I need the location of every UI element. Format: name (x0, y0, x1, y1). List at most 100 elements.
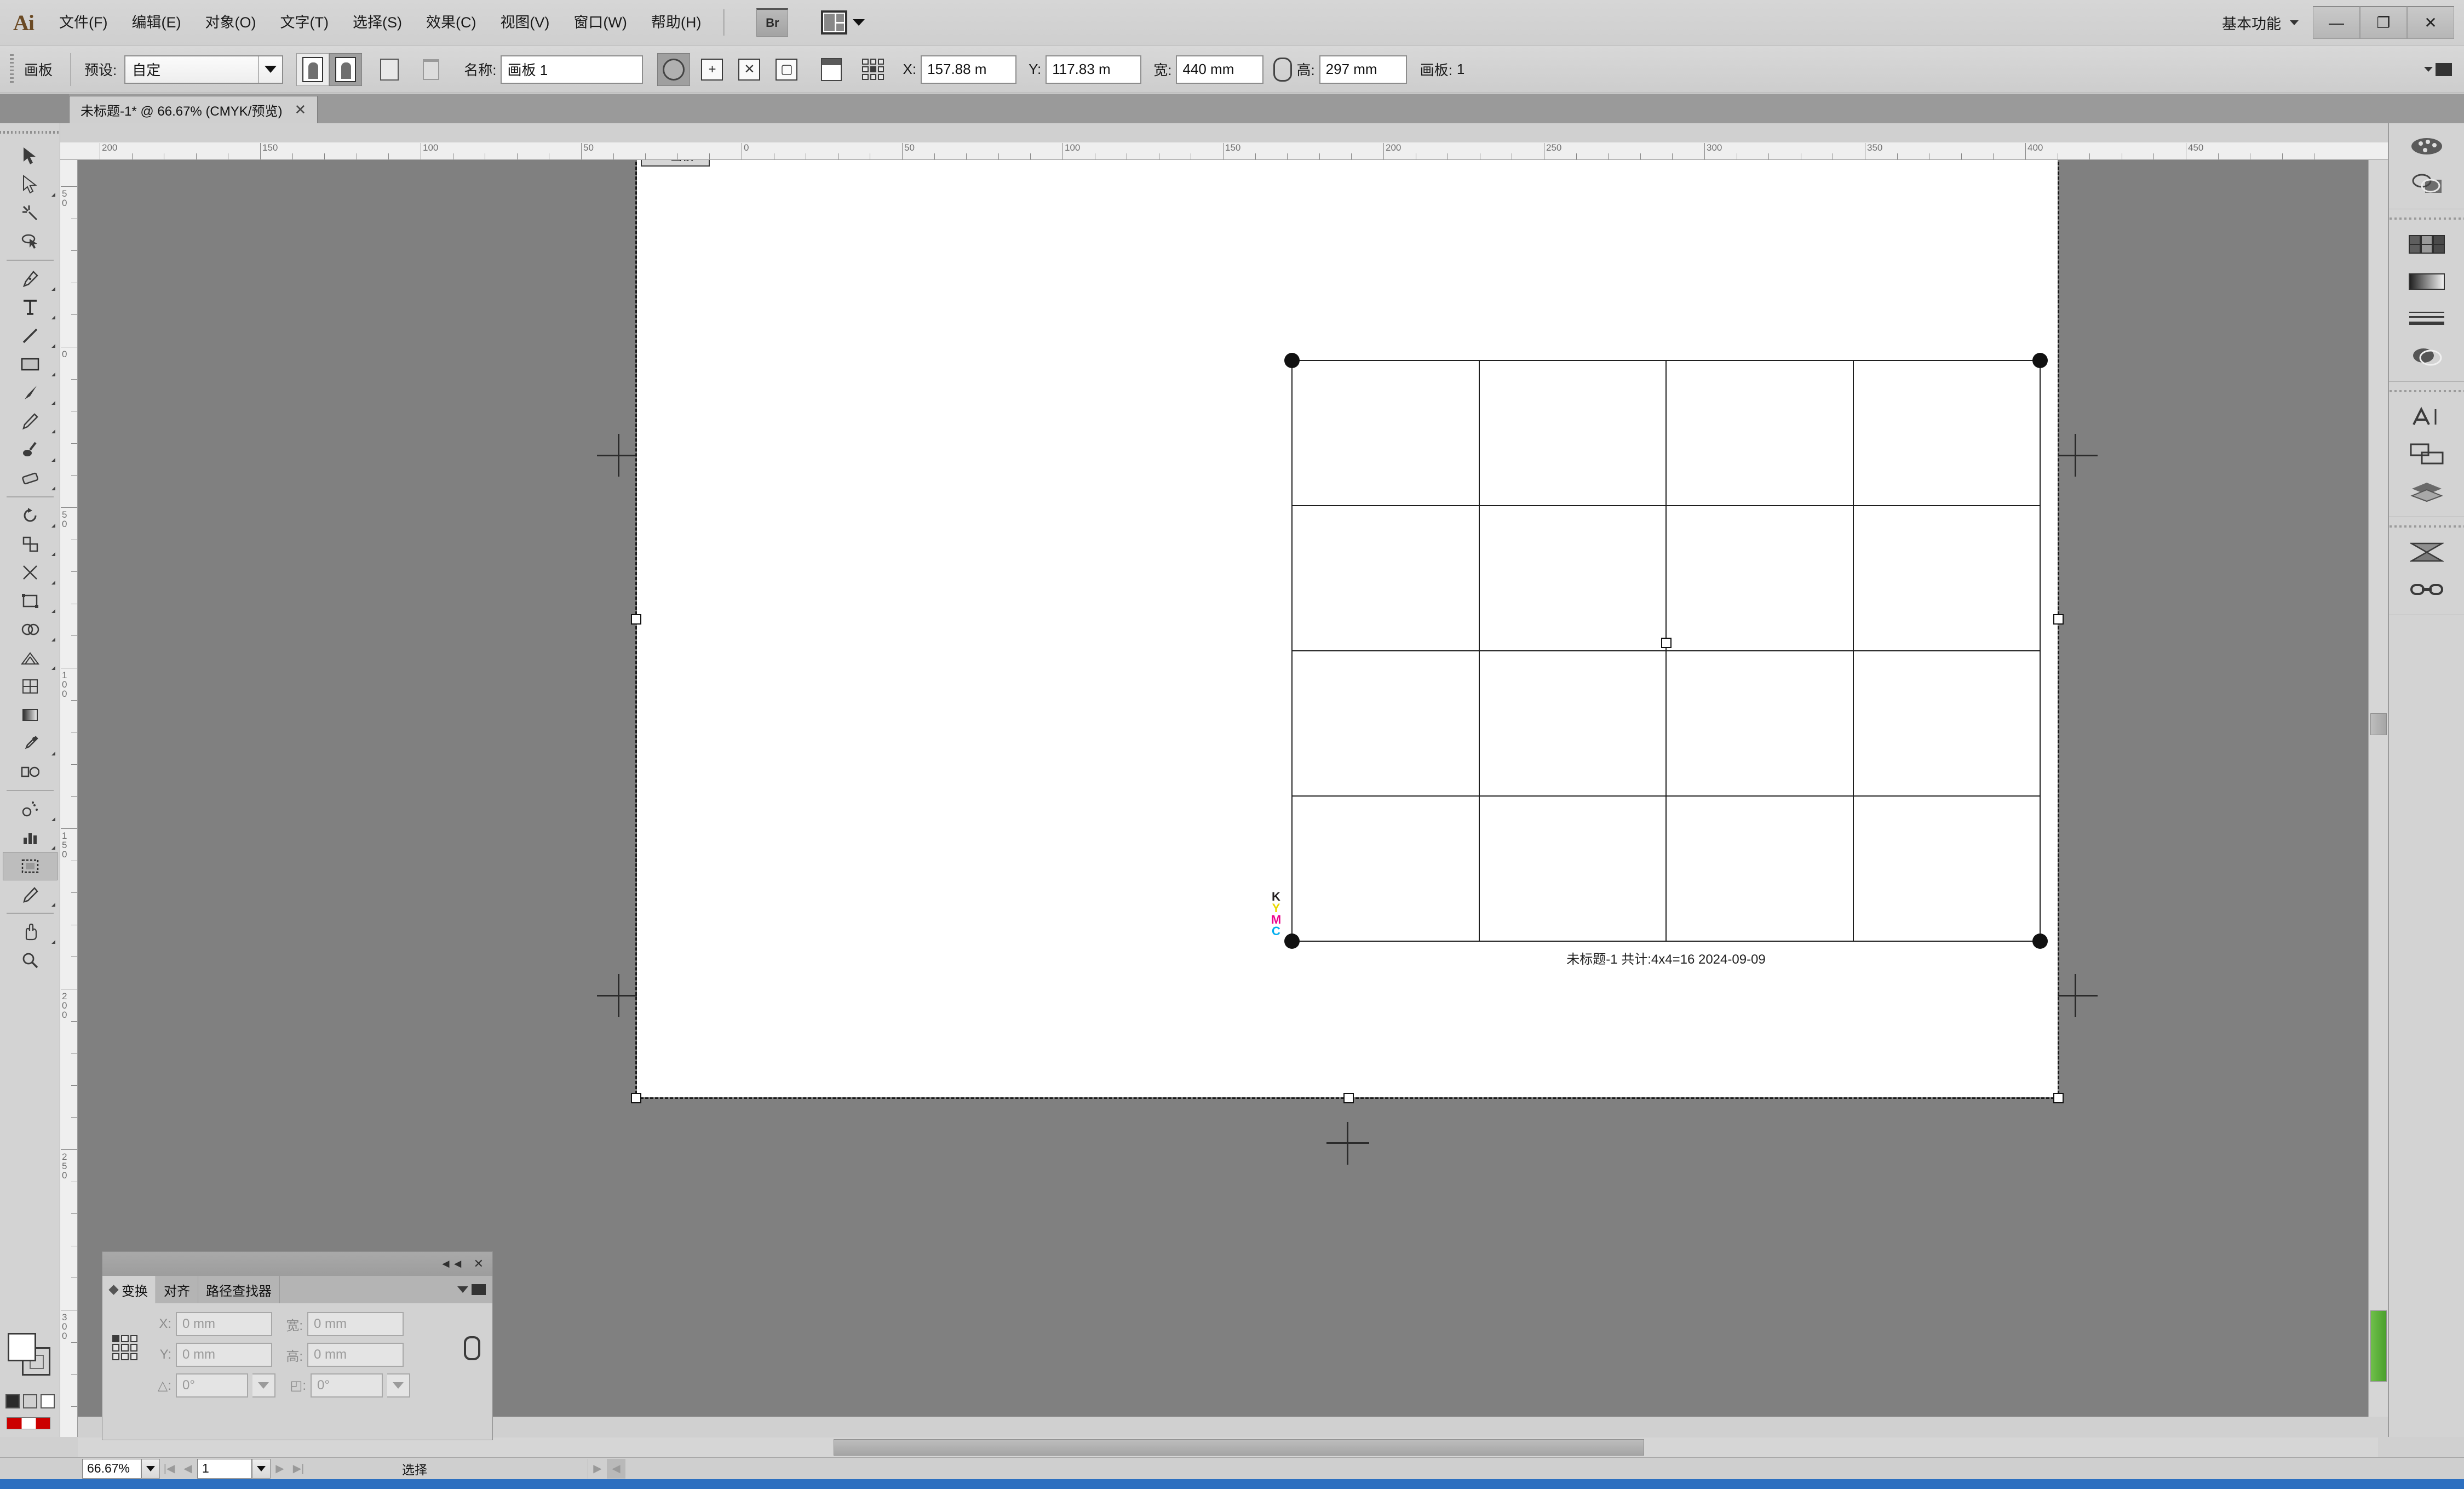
symbol-sprayer-tool[interactable] (3, 795, 58, 823)
artboard-y-input[interactable]: 117.83 m (1046, 55, 1141, 84)
workspace-label[interactable]: 基本功能 (2222, 12, 2290, 33)
horizontal-scrollbar[interactable] (78, 1438, 2378, 1457)
blob-brush-tool[interactable] (3, 436, 58, 464)
transform-panel-titlebar[interactable]: ◄◄ ✕ (102, 1252, 492, 1276)
constrain-proportions-button[interactable] (1269, 53, 1296, 86)
menu-select[interactable]: 选择(S) (341, 0, 414, 45)
artboard-label[interactable]: 01 - 画板 1 (641, 160, 710, 167)
horizontal-ruler[interactable]: 20015010050050100150200250300350400450 (60, 142, 2388, 160)
chevron-down-icon[interactable] (2290, 20, 2299, 25)
magic-wand-tool[interactable] (3, 199, 58, 227)
reference-point-selector[interactable] (112, 1335, 137, 1360)
gradient-mode-button[interactable] (23, 1394, 37, 1408)
control-bar-gripper[interactable] (8, 54, 16, 85)
transform-rotate-input[interactable]: 0° (176, 1373, 248, 1398)
mesh-tool[interactable] (3, 672, 58, 701)
width-tool[interactable] (3, 558, 58, 587)
menu-type[interactable]: 文字(T) (268, 0, 340, 45)
grid-cell[interactable] (1479, 360, 1667, 506)
grid-cell[interactable] (1665, 505, 1854, 651)
links-panel-icon[interactable] (2399, 572, 2454, 607)
control-bar-menu-button[interactable] (2424, 63, 2452, 76)
tab-pathfinder[interactable]: 路径查找器 (198, 1276, 280, 1303)
grid-table[interactable] (1292, 360, 2040, 941)
status-menu-button[interactable]: ▶ (588, 1459, 607, 1479)
grid-cell[interactable] (1479, 650, 1667, 797)
appearance-panel-icon[interactable] (2399, 399, 2454, 434)
color-guide-panel-icon[interactable] (2399, 166, 2454, 201)
artboard-height-input[interactable]: 297 mm (1319, 55, 1407, 84)
scale-tool[interactable] (3, 530, 58, 558)
slice-tool[interactable] (3, 880, 58, 909)
menu-edit[interactable]: 编辑(E) (119, 0, 193, 45)
vertical-scroll-thumb[interactable] (2370, 713, 2387, 735)
color-mode-button[interactable] (5, 1394, 20, 1408)
grid-object[interactable]: C M Y K 未标题-1 共计:4x4=16 2024-09-09 (1292, 360, 2040, 941)
preset-select[interactable]: 自定 (124, 55, 283, 84)
center-handle[interactable] (1661, 638, 1672, 648)
selection-anchor[interactable] (1284, 934, 1300, 949)
restore-button[interactable]: ❐ (2360, 6, 2407, 39)
grid-cell[interactable] (1291, 360, 1480, 506)
menu-effect[interactable]: 效果(C) (414, 0, 488, 45)
hand-tool[interactable] (3, 918, 58, 946)
shape-builder-tool[interactable] (3, 615, 58, 644)
swatches-panel-icon[interactable] (2399, 227, 2454, 262)
eyedropper-tool[interactable] (3, 729, 58, 758)
vertical-scrollbar[interactable] (2368, 160, 2388, 1417)
rectangle-tool[interactable] (3, 350, 58, 379)
reference-point-selector[interactable] (857, 53, 889, 86)
none-mode-button[interactable] (41, 1394, 55, 1408)
landscape-orientation-button[interactable] (329, 53, 362, 86)
artboard-options-button[interactable] (815, 53, 848, 86)
delete-artboard-x-button[interactable]: ✕ (733, 53, 766, 86)
menu-object[interactable]: 对象(O) (193, 0, 268, 45)
next-artboard-button[interactable]: ▶ (271, 1459, 289, 1479)
selection-anchor[interactable] (2032, 353, 2048, 368)
grid-cell[interactable] (1665, 360, 1854, 506)
layers-panel-icon[interactable] (2399, 474, 2454, 509)
grid-cell[interactable] (1853, 650, 2041, 797)
grid-cell[interactable] (1665, 795, 1854, 942)
gradient-panel-icon[interactable] (2399, 264, 2454, 299)
grid-cell[interactable] (1853, 795, 2041, 942)
dock-gripper[interactable] (2389, 520, 2464, 532)
chevron-down-icon[interactable] (258, 56, 282, 83)
direct-selection-tool[interactable] (3, 170, 58, 199)
selection-anchor[interactable] (1284, 353, 1300, 368)
bridge-icon[interactable]: Br (756, 8, 788, 37)
last-artboard-button[interactable]: ▶| (289, 1459, 308, 1479)
delete-artboard-button[interactable] (415, 53, 447, 86)
type-tool[interactable] (3, 293, 58, 322)
blend-tool[interactable] (3, 758, 58, 786)
screen-mode-button[interactable] (7, 1417, 50, 1429)
document-tab[interactable]: 未标题-1* @ 66.67% (CMYK/预览) ✕ (69, 96, 318, 123)
close-button[interactable]: ✕ (2407, 6, 2454, 39)
horizontal-scroll-thumb[interactable] (834, 1439, 1644, 1456)
status-resize-button[interactable]: ◀ (607, 1459, 625, 1479)
dock-gripper[interactable] (2389, 213, 2464, 225)
grid-cell[interactable] (1853, 360, 2041, 506)
tab-align[interactable]: 对齐 (156, 1276, 198, 1303)
prev-artboard-button[interactable]: ◀ (179, 1459, 197, 1479)
constrain-proportions-icon[interactable] (464, 1336, 480, 1360)
tab-transform[interactable]: 变换 (102, 1276, 156, 1303)
move-artboard-button[interactable] (657, 53, 690, 86)
line-segment-tool[interactable] (3, 322, 58, 350)
pen-tool[interactable] (3, 265, 58, 293)
transparency-panel-icon[interactable] (2399, 339, 2454, 374)
grid-cell[interactable] (1291, 795, 1480, 942)
new-artboard-button[interactable] (373, 53, 406, 86)
artboard-tool[interactable] (3, 852, 58, 880)
artboard-width-input[interactable]: 440 mm (1176, 55, 1263, 84)
zoom-level-input[interactable]: 66.67% (82, 1459, 141, 1479)
eraser-tool[interactable] (3, 464, 58, 492)
fill-stroke-swatches[interactable] (8, 1333, 51, 1377)
transform-y-input[interactable]: 0 mm (176, 1343, 272, 1367)
fill-swatch[interactable] (8, 1333, 36, 1361)
first-artboard-button[interactable]: |◀ (160, 1459, 179, 1479)
close-icon[interactable]: ✕ (474, 1257, 484, 1271)
menu-view[interactable]: 视图(V) (488, 0, 561, 45)
status-text[interactable]: 选择 (353, 1459, 588, 1479)
color-panel-icon[interactable] (2399, 129, 2454, 164)
